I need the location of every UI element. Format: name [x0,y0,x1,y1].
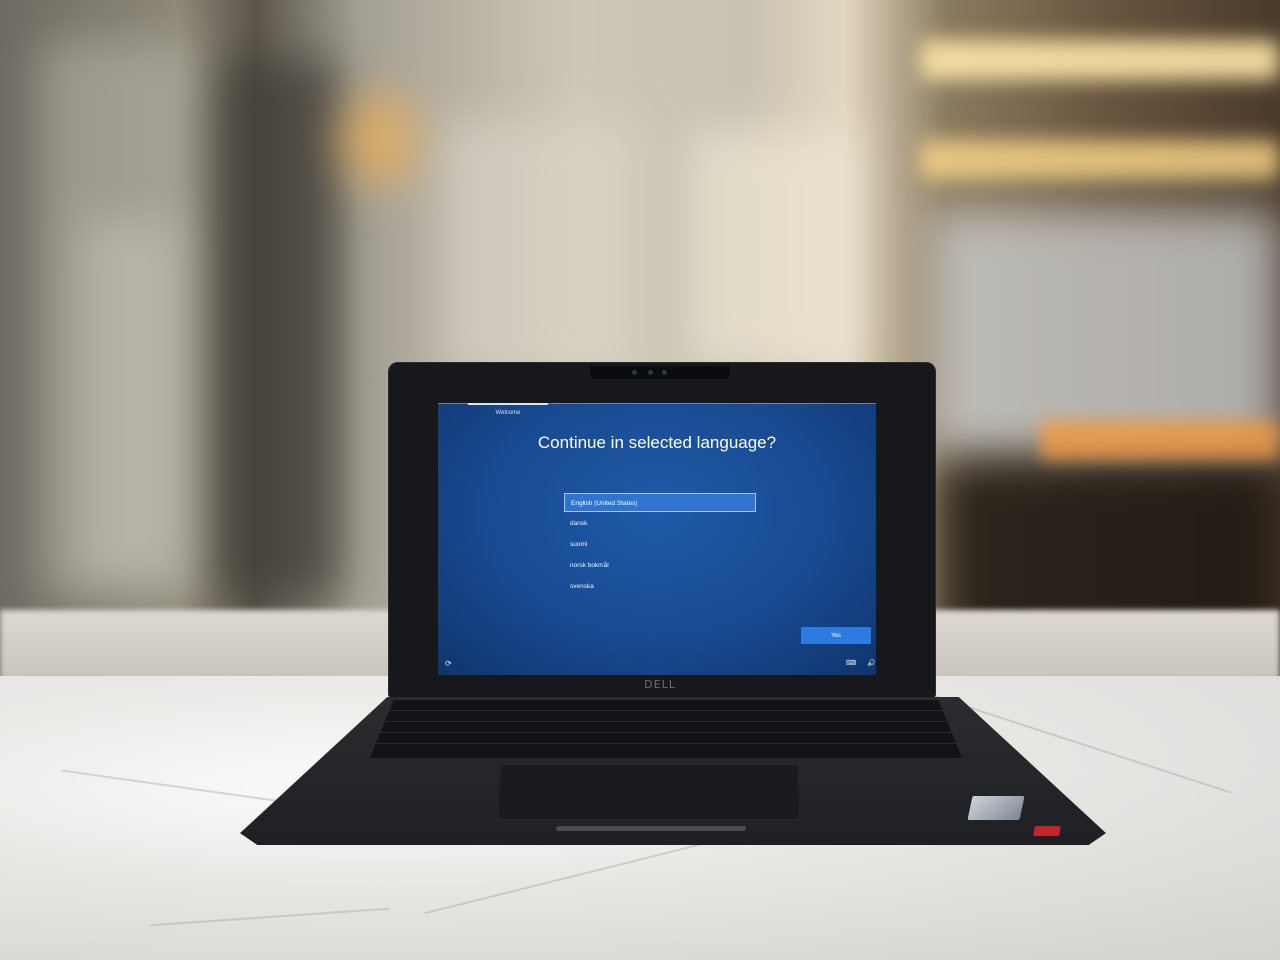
yes-button[interactable]: Yes [801,627,871,644]
keyboard-icon[interactable]: ⌨ [846,659,856,667]
touchpad [498,764,800,820]
oobe-screen: Welcome Continue in selected language? E… [438,403,876,675]
language-option-norsk-bokmal[interactable]: norsk bokmål [564,556,756,575]
language-option-suomi[interactable]: suomi [564,535,756,554]
language-option-english-us[interactable]: English (United States) [564,493,756,512]
volume-icon[interactable]: 🔊 [867,659,876,667]
dell-logo: DELL [644,678,676,691]
lid-notch [556,826,746,831]
tab-welcome[interactable]: Welcome [468,403,548,421]
language-option-dansk[interactable]: dansk [564,514,756,533]
intel-sticker [967,796,1025,820]
red-tab [1033,826,1061,836]
language-option-svenska[interactable]: svenska [564,577,756,596]
keyboard [370,700,962,758]
language-list: English (United States) dansk suomi nors… [564,493,756,598]
page-title: Continue in selected language? [537,433,777,452]
ease-of-access-icon[interactable]: ⟳ [445,659,452,668]
webcam-bar [590,366,730,379]
